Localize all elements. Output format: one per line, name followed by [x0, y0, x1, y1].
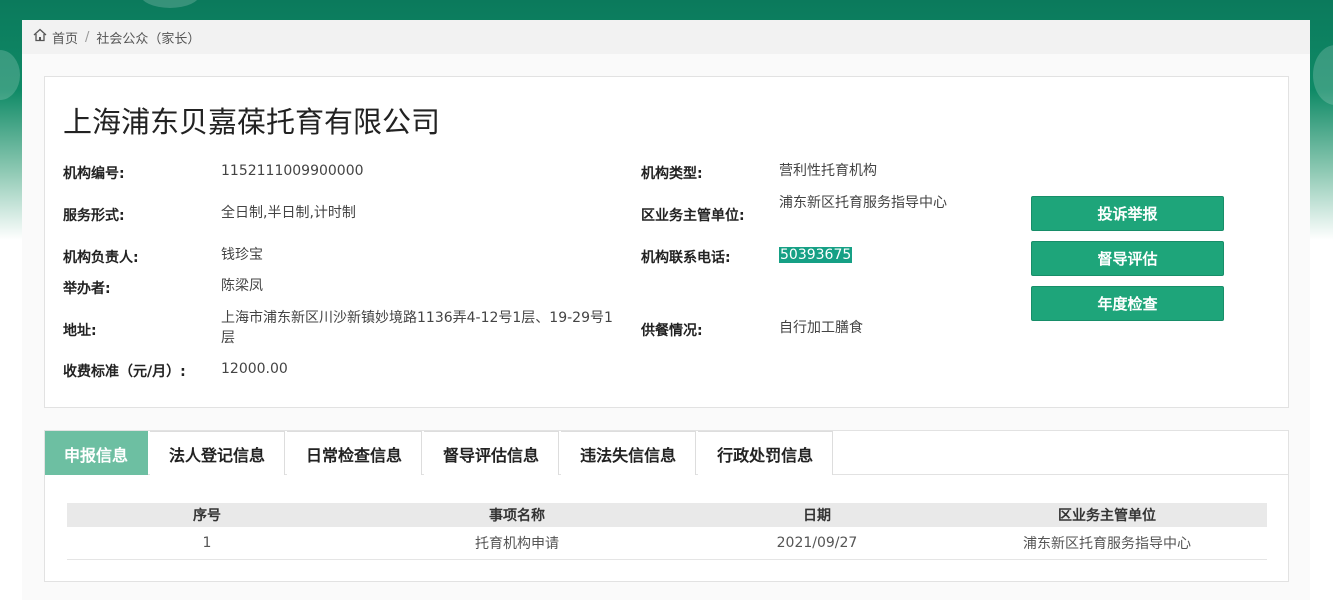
- declaration-table: 序号 事项名称 日期 区业务主管单位 1 托育机构申请 2021/09/27 浦…: [67, 503, 1267, 560]
- service-form-label: 服务形式:: [63, 208, 125, 224]
- org-type-label: 机构类型:: [641, 166, 703, 182]
- org-head-label: 机构负责人:: [63, 250, 139, 266]
- address-label: 地址:: [63, 323, 97, 339]
- tab-administrative-penalty[interactable]: 行政处罚信息: [698, 431, 834, 475]
- complaint-button[interactable]: 投诉举报: [1031, 196, 1224, 231]
- meal-label: 供餐情况:: [641, 323, 703, 339]
- tab-supervision-evaluation[interactable]: 督导评估信息: [424, 431, 560, 475]
- breadcrumb-current: 社会公众（家长）: [96, 31, 201, 47]
- info-tabs-panel: 申报信息 法人登记信息 日常检查信息 督导评估信息 违法失信信息 行政处罚信息 …: [44, 430, 1289, 582]
- column-header-supervisor-unit: 区业务主管单位: [1058, 508, 1156, 524]
- tab-declaration-info[interactable]: 申报信息: [45, 431, 149, 475]
- address-value: 上海市浦东新区川沙新镇妙境路1136弄4-12号1层、19-29号1层: [221, 310, 613, 346]
- cell-index: 1: [67, 527, 347, 560]
- supervisor-unit-value: 浦东新区托育服务指导中心: [779, 195, 947, 211]
- column-header-date: 日期: [803, 508, 831, 524]
- table-header-row: 序号 事项名称 日期 区业务主管单位: [67, 503, 1267, 527]
- supervisor-unit-label: 区业务主管单位:: [641, 208, 745, 224]
- cell-date: 2021/09/27: [687, 527, 947, 560]
- contact-phone-value: 50393675: [779, 245, 853, 265]
- breadcrumb-home-link[interactable]: 首页: [52, 28, 78, 47]
- organizer-label: 举办者:: [63, 281, 111, 297]
- cell-item-name: 托育机构申请: [347, 527, 687, 560]
- tab-bar: 申报信息 法人登记信息 日常检查信息 督导评估信息 违法失信信息 行政处罚信息: [45, 431, 1288, 475]
- org-name: 上海浦东贝嘉葆托育有限公司: [63, 105, 441, 139]
- tab-violation-credit[interactable]: 违法失信信息: [561, 431, 697, 475]
- org-code-label: 机构编号:: [63, 166, 125, 182]
- decorative-bubble-right: [1313, 45, 1333, 105]
- tab-daily-inspection[interactable]: 日常检查信息: [287, 431, 423, 475]
- meal-value: 自行加工膳食: [779, 320, 863, 336]
- fee-label: 收费标准（元/月）:: [63, 364, 186, 380]
- tab-legal-registration[interactable]: 法人登记信息: [150, 431, 286, 475]
- org-info-card: 上海浦东贝嘉葆托育有限公司 机构编号: 1152111009900000 服务形…: [44, 76, 1289, 408]
- declaration-table-wrapper: 序号 事项名称 日期 区业务主管单位 1 托育机构申请 2021/09/27 浦…: [67, 503, 1267, 560]
- contact-phone-selection: 50393675: [779, 247, 853, 263]
- column-header-item-name: 事项名称: [489, 508, 545, 524]
- supervision-evaluation-button[interactable]: 督导评估: [1031, 241, 1224, 276]
- decorative-bubble-top: [140, 0, 200, 8]
- org-type-value: 营利性托育机构: [779, 163, 877, 179]
- breadcrumb: 首页 / 社会公众（家长）: [22, 20, 1310, 54]
- org-head-value: 钱珍宝: [221, 247, 263, 263]
- table-row: 1 托育机构申请 2021/09/27 浦东新区托育服务指导中心: [67, 527, 1267, 560]
- organizer-value: 陈梁凤: [221, 278, 263, 294]
- column-header-index: 序号: [193, 508, 221, 524]
- fee-value: 12000.00: [221, 361, 288, 377]
- service-form-value: 全日制,半日制,计时制: [221, 205, 356, 221]
- home-icon[interactable]: [32, 27, 52, 47]
- decorative-bubble-left: [0, 50, 20, 100]
- content-page: 首页 / 社会公众（家长） 上海浦东贝嘉葆托育有限公司 机构编号: 115211…: [22, 20, 1310, 600]
- breadcrumb-separator: /: [85, 29, 90, 45]
- cell-supervisor-unit: 浦东新区托育服务指导中心: [947, 527, 1267, 560]
- contact-phone-label: 机构联系电话:: [641, 250, 731, 266]
- org-code-value: 1152111009900000: [221, 163, 364, 179]
- annual-inspection-button[interactable]: 年度检查: [1031, 286, 1224, 321]
